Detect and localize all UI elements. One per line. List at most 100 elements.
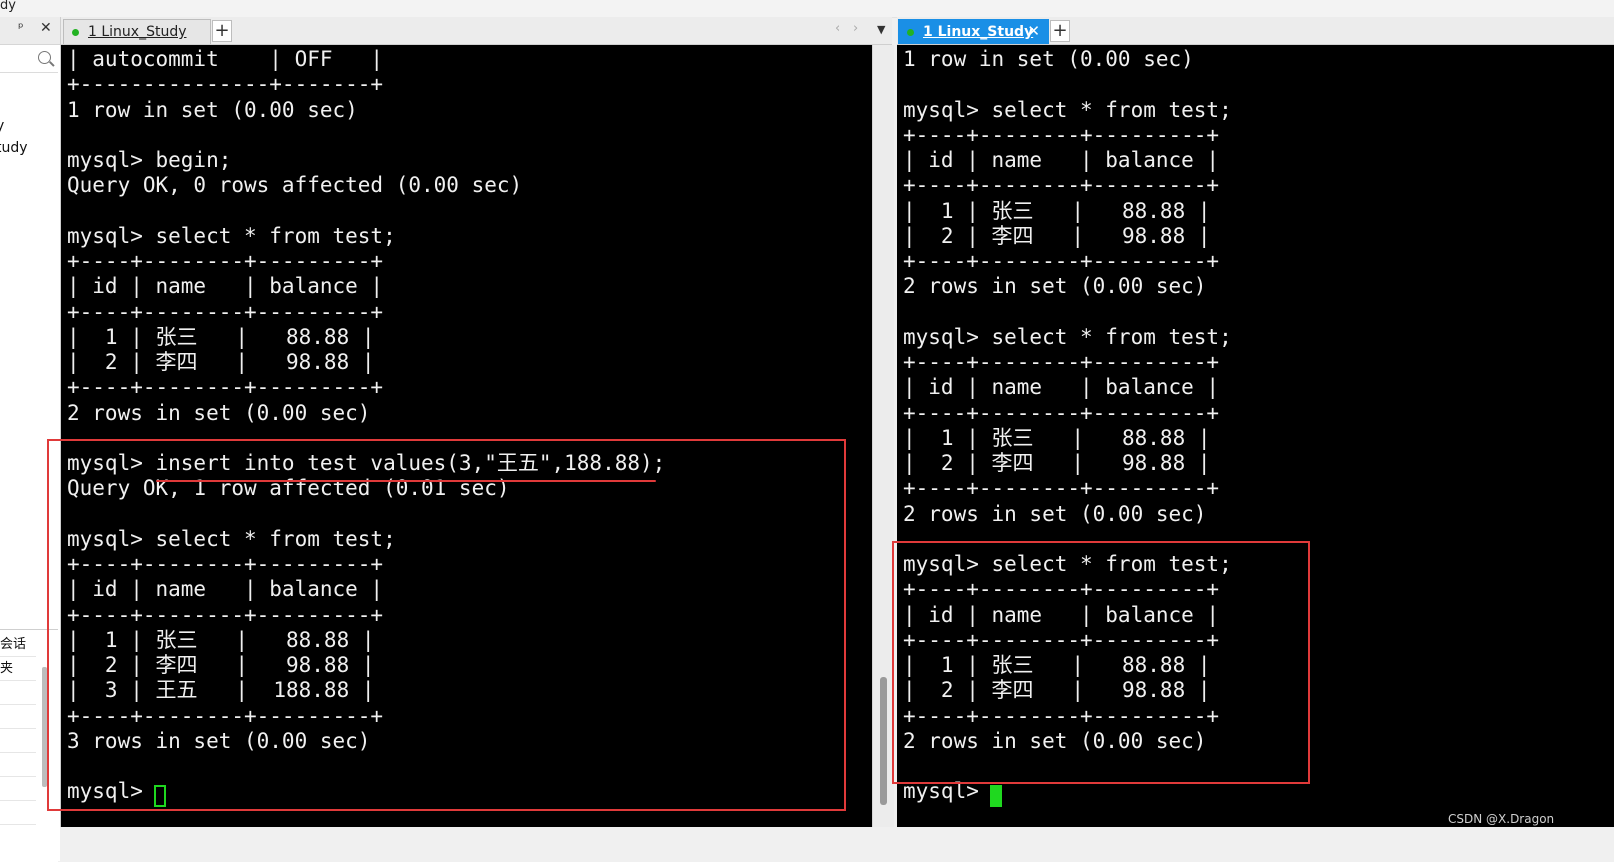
terminal-line: | 1 | 张三 | 88.88 | bbox=[903, 653, 1211, 677]
terminal-line: | 1 | 张三 | 88.88 | bbox=[903, 198, 1211, 223]
property-row bbox=[0, 777, 36, 801]
bottom-strip bbox=[60, 827, 1614, 861]
terminal-line: +----+--------+---------+ bbox=[67, 703, 384, 728]
terminal-line: 2 rows in set (0.00 sec) bbox=[67, 400, 371, 425]
sidebar-header: ᵖ ✕ bbox=[0, 17, 60, 45]
tab-label: 1 Linux_Study bbox=[88, 24, 187, 40]
pin-icon[interactable]: ᵖ bbox=[18, 21, 24, 36]
terminal-line: mysql> select * from test; bbox=[903, 552, 1232, 576]
tab-list-dropdown-icon[interactable]: ▼ bbox=[877, 23, 885, 36]
watermark: CSDN @X.Dragon bbox=[1448, 812, 1555, 826]
terminal-line: mysql> bbox=[903, 779, 992, 804]
new-tab-button[interactable]: + bbox=[1050, 20, 1070, 42]
property-row bbox=[0, 801, 36, 825]
terminal-line: +----+--------+---------+ bbox=[903, 577, 1220, 602]
terminal-line: +----+--------+---------+ bbox=[903, 476, 1220, 501]
terminal-line: mysql> begin; bbox=[67, 148, 232, 172]
property-row bbox=[0, 681, 36, 705]
terminal-line: +----+--------+---------+ bbox=[67, 602, 384, 627]
terminal-output: 1 row in set (0.00 sec) mysql> select * f… bbox=[903, 47, 1232, 805]
terminal-line: | 2 | 李四 | 98.88 | bbox=[903, 451, 1211, 475]
terminal-line: | 1 | 张三 | 88.88 | bbox=[67, 627, 375, 652]
terminal-line: +----+--------+---------+ bbox=[903, 703, 1220, 728]
terminal-line: +----+--------+---------+ bbox=[67, 375, 384, 400]
tab-linux-study-right[interactable]: 1 Linux_Study ✕ bbox=[898, 19, 1049, 44]
sidebar-item-linux-study[interactable]: tudy bbox=[0, 140, 28, 156]
terminal-line: +---------------+-------+ bbox=[67, 72, 384, 97]
terminal-line: +----+--------+---------+ bbox=[903, 122, 1220, 147]
terminal-output: | autocommit | OFF | +---------------+---… bbox=[67, 47, 665, 805]
terminal-line: +----+--------+---------+ bbox=[67, 249, 384, 273]
terminal-line: | id | name | balance | bbox=[903, 602, 1220, 627]
session-status-icon bbox=[72, 29, 79, 36]
property-row bbox=[0, 753, 36, 777]
right-tab-bar: 1 Linux_Study ✕ + bbox=[897, 17, 1614, 45]
terminal-line: | 2 | 李四 | 98.88 | bbox=[67, 350, 375, 374]
terminal-line: 1 row in set (0.00 sec) bbox=[67, 97, 358, 122]
terminal-line: +----+--------+---------+ bbox=[67, 552, 384, 576]
terminal-cursor bbox=[154, 785, 166, 807]
terminal-line: mysql> select * from test; bbox=[67, 526, 396, 551]
terminal-line: 2 rows in set (0.00 sec) bbox=[903, 274, 1207, 299]
tab-scroll-right-icon[interactable]: › bbox=[853, 21, 858, 36]
sidebar-search[interactable] bbox=[0, 46, 58, 73]
right-terminal[interactable]: 1 row in set (0.00 sec) mysql> select * f… bbox=[897, 45, 1614, 827]
terminal-line: +----+--------+---------+ bbox=[903, 627, 1220, 652]
tab-linux-study-left[interactable]: 1 Linux_Study bbox=[63, 19, 211, 44]
window-title-strip: dy bbox=[0, 0, 1614, 18]
sidebar-item-session[interactable]: y bbox=[0, 118, 4, 134]
session-status-icon bbox=[907, 29, 914, 36]
terminal-line: 3 rows in set (0.00 sec) bbox=[67, 728, 371, 753]
window-title: dy bbox=[0, 0, 16, 13]
terminal-line: | 1 | 张三 | 88.88 | bbox=[67, 324, 375, 349]
terminal-line: | id | name | balance | bbox=[67, 274, 384, 299]
terminal-line: +----+--------+---------+ bbox=[903, 249, 1220, 273]
terminal-line: | autocommit | OFF | bbox=[67, 47, 384, 71]
terminal-line: Query OK, 0 rows affected (0.00 sec) bbox=[67, 173, 523, 198]
sidebar-scrollbar[interactable] bbox=[42, 667, 47, 787]
sidebar-properties: 会话 夹 bbox=[0, 629, 58, 862]
terminal-line: | id | name | balance | bbox=[67, 577, 384, 602]
property-row: 会话 bbox=[0, 633, 36, 657]
terminal-line: mysql> select * from test; bbox=[903, 97, 1232, 122]
left-terminal[interactable]: | autocommit | OFF | +---------------+---… bbox=[61, 45, 872, 827]
terminal-line: mysql> insert into test values(3,"王五",18… bbox=[67, 451, 666, 475]
terminal-line: 2 rows in set (0.00 sec) bbox=[903, 728, 1207, 753]
terminal-line: +----+--------+---------+ bbox=[903, 400, 1220, 425]
property-row: 夹 bbox=[0, 657, 36, 681]
terminal-line: +----+--------+---------+ bbox=[903, 173, 1220, 198]
terminal-line: | 2 | 李四 | 98.88 | bbox=[67, 653, 375, 677]
terminal-line: | 3 | 王五 | 188.88 | bbox=[67, 678, 375, 703]
left-terminal-scrollbar[interactable] bbox=[872, 45, 894, 827]
terminal-line: | 1 | 张三 | 88.88 | bbox=[903, 425, 1211, 450]
tab-scroll-left-icon[interactable]: ‹ bbox=[835, 21, 840, 36]
new-tab-button[interactable]: + bbox=[212, 20, 232, 42]
search-icon[interactable] bbox=[38, 51, 51, 64]
close-icon[interactable]: ✕ bbox=[40, 20, 52, 36]
terminal-line: | id | name | balance | bbox=[903, 375, 1220, 400]
close-tab-icon[interactable]: ✕ bbox=[1027, 22, 1040, 40]
terminal-line: | 2 | 李四 | 98.88 | bbox=[903, 223, 1211, 248]
hand-underline bbox=[156, 480, 656, 482]
tab-label: 1 Linux_Study bbox=[923, 24, 1034, 40]
terminal-line: | 2 | 李四 | 98.88 | bbox=[903, 678, 1211, 703]
terminal-line: mysql> select * from test; bbox=[903, 324, 1232, 349]
scrollbar-thumb[interactable] bbox=[880, 677, 887, 805]
terminal-line: 1 row in set (0.00 sec) bbox=[903, 47, 1194, 71]
terminal-line: mysql> select * from test; bbox=[67, 223, 396, 248]
left-tab-bar: 1 Linux_Study + ‹ › ▼ bbox=[61, 17, 892, 45]
terminal-line: +----+--------+---------+ bbox=[67, 299, 384, 324]
terminal-line: +----+--------+---------+ bbox=[903, 350, 1220, 374]
terminal-cursor bbox=[990, 785, 1002, 807]
terminal-line: | id | name | balance | bbox=[903, 148, 1220, 172]
session-sidebar: ᵖ ✕ y tudy 会话 夹 bbox=[0, 17, 61, 862]
